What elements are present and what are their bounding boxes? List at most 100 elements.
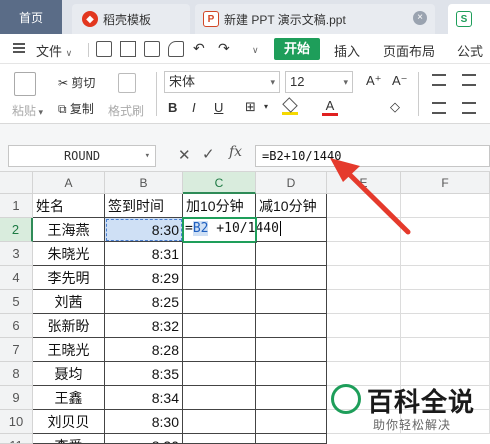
cut-button[interactable]: ✂ 剪切 [58, 74, 95, 91]
table-cell[interactable] [183, 338, 256, 362]
table-cell[interactable] [256, 338, 327, 362]
table-cell[interactable]: 姓名 [33, 194, 105, 218]
table-cell[interactable]: 李先明 [33, 266, 105, 290]
save-icon[interactable] [96, 41, 112, 57]
table-cell[interactable] [327, 314, 401, 338]
table-cell[interactable] [183, 290, 256, 314]
table-cell[interactable]: 8:30 [105, 410, 183, 434]
table-cell[interactable] [256, 242, 327, 266]
table-cell[interactable]: 8:29 [105, 266, 183, 290]
table-cell[interactable]: 8:35 [105, 362, 183, 386]
table-cell[interactable] [327, 338, 401, 362]
table-cell[interactable] [401, 338, 490, 362]
tab-ppt-document[interactable]: P 新建 PPT 演示文稿.ppt × [195, 4, 435, 34]
cancel-icon[interactable]: ✕ [178, 146, 191, 164]
tab-formulas[interactable]: 公式 [457, 41, 483, 60]
row-header[interactable]: 2 [0, 218, 33, 242]
tab-insert[interactable]: 插入 [334, 41, 360, 60]
table-cell[interactable]: 聂均 [33, 362, 105, 386]
table-cell[interactable]: 王晓光 [33, 338, 105, 362]
font-size-select[interactable]: 12 ▾ [285, 71, 353, 93]
table-cell[interactable]: 8:31 [105, 242, 183, 266]
tab-start[interactable]: 开始 [274, 38, 320, 60]
table-cell[interactable] [256, 266, 327, 290]
table-cell[interactable] [183, 386, 256, 410]
align-top-icon[interactable] [432, 74, 446, 86]
copy-button[interactable]: ⧉ 复制 [58, 100, 94, 117]
table-cell[interactable] [183, 362, 256, 386]
table-cell[interactable] [183, 434, 256, 444]
table-cell[interactable] [256, 290, 327, 314]
table-cell[interactable]: 刘茜 [33, 290, 105, 314]
preview-icon[interactable] [168, 41, 184, 57]
table-cell[interactable]: 李爱 [33, 434, 105, 444]
grow-font-button[interactable]: A⁺ [366, 73, 382, 89]
table-cell[interactable] [401, 266, 490, 290]
redo-icon[interactable]: ↷ [218, 40, 230, 57]
table-cell[interactable]: 签到时间 [105, 194, 183, 218]
tab-home[interactable]: 首页 [0, 0, 62, 34]
table-cell[interactable]: 8:34 [105, 386, 183, 410]
row-header[interactable]: 4 [0, 266, 33, 290]
tab-daoke-templates[interactable]: ◆ 稻壳模板 [72, 4, 190, 34]
table-cell[interactable]: 张新盼 [33, 314, 105, 338]
eraser-icon[interactable]: ◇ [390, 99, 400, 115]
row-header[interactable]: 9 [0, 386, 33, 410]
italic-button[interactable]: I [192, 100, 196, 115]
underline-button[interactable]: U [214, 100, 223, 115]
shrink-font-button[interactable]: A⁻ [392, 73, 408, 89]
align-left-icon[interactable] [432, 102, 446, 114]
export-icon[interactable] [120, 41, 136, 57]
table-cell[interactable] [327, 266, 401, 290]
row-header[interactable]: 11 [0, 434, 33, 444]
table-cell[interactable] [401, 218, 490, 242]
table-cell[interactable]: 8:28 [105, 338, 183, 362]
row-header[interactable]: 8 [0, 362, 33, 386]
table-cell[interactable] [256, 386, 327, 410]
border-icon[interactable]: ⊞ [245, 99, 256, 115]
table-cell[interactable] [256, 434, 327, 444]
confirm-icon[interactable]: ✓ [202, 145, 215, 163]
table-cell[interactable] [327, 218, 401, 242]
tab-spreadsheet[interactable]: S [448, 4, 490, 34]
font-color-icon[interactable]: A [322, 99, 338, 117]
table-cell[interactable] [256, 362, 327, 386]
format-painter-icon[interactable] [118, 73, 136, 93]
row-header[interactable]: 7 [0, 338, 33, 362]
row-header[interactable]: 3 [0, 242, 33, 266]
table-cell[interactable]: 8:30 [105, 434, 183, 444]
table-cell[interactable]: 刘贝贝 [33, 410, 105, 434]
align-center-icon[interactable] [462, 102, 476, 114]
column-header-d[interactable]: D [256, 172, 327, 194]
column-header-c[interactable]: C [183, 172, 256, 194]
more-icon[interactable]: ∨ [252, 45, 259, 56]
table-cell[interactable] [401, 314, 490, 338]
table-cell[interactable]: 加10分钟 [183, 194, 256, 218]
chevron-down-icon[interactable]: ▾ [264, 102, 268, 111]
table-cell[interactable]: 王鑫 [33, 386, 105, 410]
fill-color-icon[interactable] [282, 97, 298, 116]
table-cell[interactable] [327, 242, 401, 266]
name-box[interactable]: ROUND ▾ [8, 145, 156, 167]
row-header[interactable]: 5 [0, 290, 33, 314]
paste-icon[interactable] [14, 72, 36, 96]
table-cell[interactable]: 8:25 [105, 290, 183, 314]
table-cell[interactable] [256, 410, 327, 434]
column-header-e[interactable]: E [327, 172, 401, 194]
row-header[interactable]: 6 [0, 314, 33, 338]
row-header[interactable]: 1 [0, 194, 33, 218]
table-cell[interactable] [183, 242, 256, 266]
close-icon[interactable]: × [413, 11, 427, 25]
menu-icon[interactable] [13, 43, 25, 53]
table-cell[interactable] [183, 314, 256, 338]
tab-page-layout[interactable]: 页面布局 [383, 41, 435, 60]
column-header-b[interactable]: B [105, 172, 183, 194]
font-name-select[interactable]: 宋体 ▾ [164, 71, 280, 93]
table-cell[interactable] [256, 218, 327, 242]
table-cell[interactable] [401, 194, 490, 218]
table-cell[interactable] [256, 314, 327, 338]
table-cell[interactable] [183, 410, 256, 434]
table-cell[interactable] [401, 290, 490, 314]
table-cell[interactable] [401, 242, 490, 266]
row-header[interactable]: 10 [0, 410, 33, 434]
